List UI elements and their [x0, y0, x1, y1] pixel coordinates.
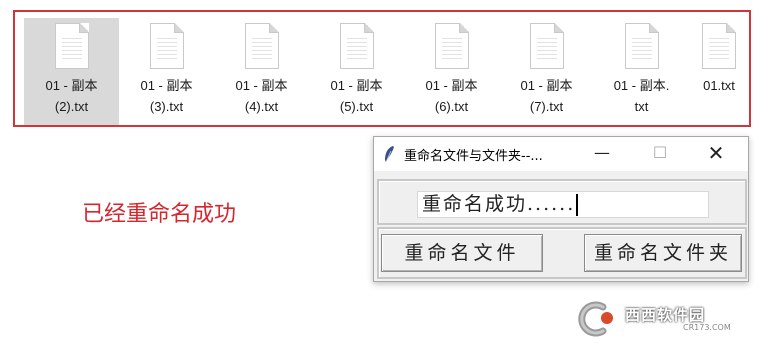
file-name: 01 - 副本 (2).txt	[45, 78, 98, 114]
button-frame: 重命名文件 重命名文件夹	[377, 227, 747, 279]
status-message: 已经重命名成功	[82, 202, 237, 227]
file-item[interactable]: 01.txt	[689, 18, 749, 125]
file-name: 01 - 副本 (3).txt	[140, 78, 193, 114]
entry-frame: 重命名成功......	[377, 179, 747, 225]
close-button[interactable]: ✕	[694, 137, 738, 171]
status-entry[interactable]: 重命名成功......	[417, 191, 709, 218]
file-list-highlight: 01 - 副本 (2).txt 01 - 副本 (3).txt 01 - 副本 …	[13, 10, 751, 127]
rename-folders-button[interactable]: 重命名文件夹	[584, 234, 742, 272]
text-file-icon	[149, 23, 184, 69]
maximize-button[interactable]: ☐	[638, 137, 682, 171]
site-watermark: 西西软件园 CR173.COM	[573, 300, 753, 338]
text-file-icon	[339, 23, 374, 69]
window-title: 重命名文件与文件夹--...	[404, 149, 543, 164]
rename-dialog: 重命名文件与文件夹--... — ☐ ✕ 重命名成功...... 重命名文件 重…	[373, 136, 749, 282]
text-file-icon	[244, 23, 279, 69]
minimize-button[interactable]: —	[580, 137, 624, 171]
text-caret	[576, 194, 579, 216]
text-file-icon	[702, 23, 736, 69]
text-file-icon	[54, 23, 89, 69]
file-item[interactable]: 01 - 副本 (4).txt	[214, 18, 309, 125]
file-name: 01 - 副本. txt	[613, 78, 670, 114]
file-name: 01 - 副本 (6).txt	[425, 78, 478, 114]
text-file-icon	[624, 23, 659, 69]
file-name: 01 - 副本 (7).txt	[520, 78, 573, 114]
watermark-site: CR173.COM	[683, 323, 731, 332]
text-file-icon	[529, 23, 564, 69]
tk-feather-icon	[385, 146, 394, 163]
file-item[interactable]: 01 - 副本 (6).txt	[404, 18, 499, 125]
entry-text: 重命名成功......	[422, 193, 576, 215]
watermark-logo-icon	[578, 301, 613, 337]
file-name: 01.txt	[703, 78, 735, 93]
file-item[interactable]: 01 - 副本 (7).txt	[499, 18, 594, 125]
rename-files-button[interactable]: 重命名文件	[381, 234, 543, 272]
file-item[interactable]: 01 - 副本 (2).txt	[24, 18, 119, 125]
file-name: 01 - 副本 (5).txt	[330, 78, 383, 114]
file-item[interactable]: 01 - 副本 (5).txt	[309, 18, 404, 125]
watermark-brand: 西西软件园	[625, 306, 706, 324]
window-titlebar[interactable]: 重命名文件与文件夹--... — ☐ ✕	[374, 137, 748, 171]
file-item[interactable]: 01 - 副本 (3).txt	[119, 18, 214, 125]
file-item[interactable]: 01 - 副本. txt	[594, 18, 689, 125]
text-file-icon	[434, 23, 469, 69]
file-name: 01 - 副本 (4).txt	[235, 78, 288, 114]
